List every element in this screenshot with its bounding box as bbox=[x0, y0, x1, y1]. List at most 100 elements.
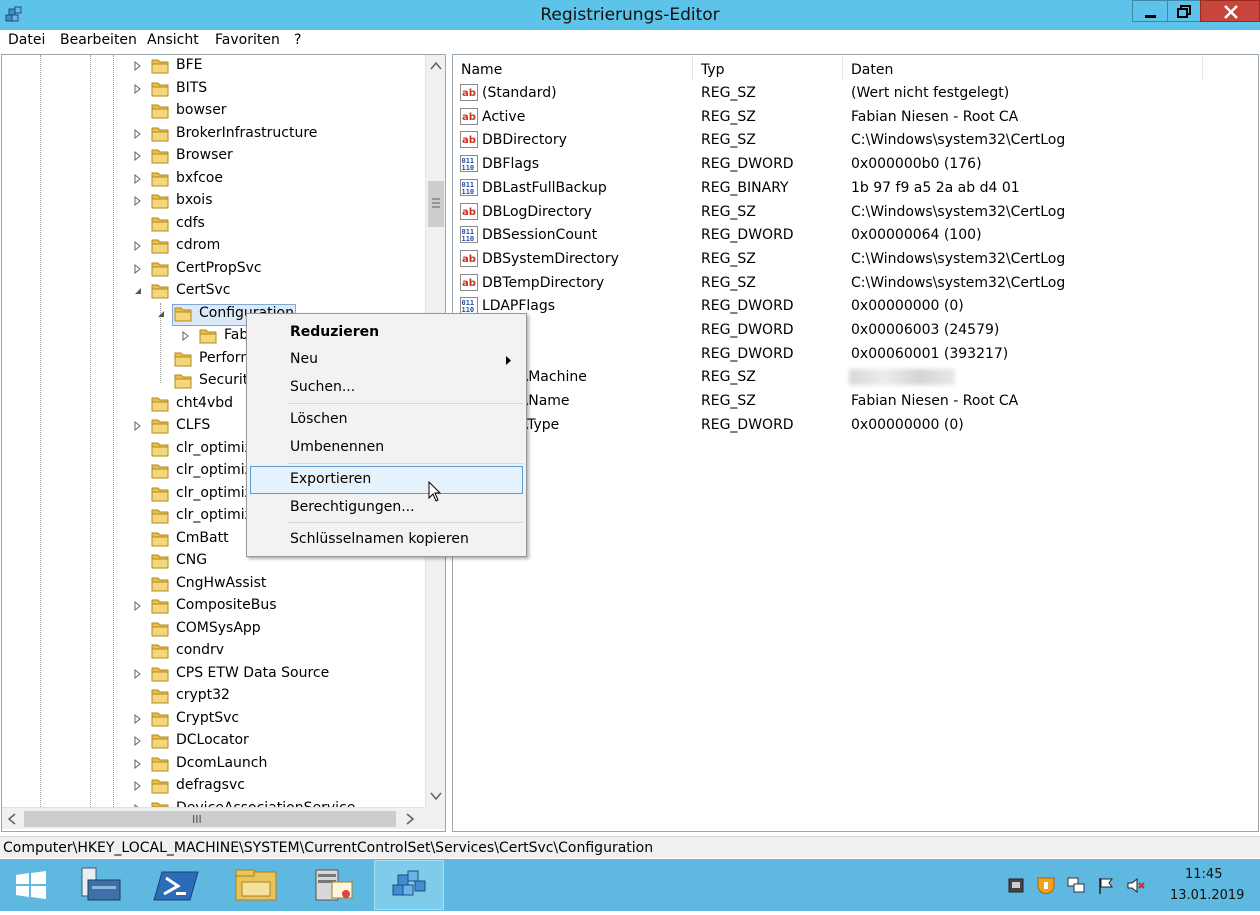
tree-expand-arrow-icon[interactable] bbox=[134, 601, 142, 611]
tree-expand-arrow-icon[interactable] bbox=[134, 241, 142, 251]
value-row[interactable]: ab DBSystemDirectory REG_SZ C:\Windows\syst… bbox=[453, 247, 1253, 271]
tree-expand-arrow-icon[interactable] bbox=[134, 61, 142, 71]
column-header-type[interactable]: Typ bbox=[693, 57, 843, 81]
tree-item[interactable]: BrokerInfrastructure bbox=[2, 123, 425, 145]
menu-item-copy-key-name[interactable]: Schlüsselnamen kopieren bbox=[250, 527, 523, 553]
clock-date[interactable]: 13.01.2019 bbox=[1170, 888, 1244, 903]
tree-expand-arrow-icon[interactable] bbox=[134, 83, 142, 94]
tray-flag-icon[interactable] bbox=[1096, 876, 1116, 894]
tree-collapse-arrow-icon[interactable] bbox=[157, 309, 165, 319]
value-row[interactable]: ab DBTempDirectory REG_SZ C:\Windows\system… bbox=[453, 271, 1253, 295]
tree-item[interactable]: CompositeBus bbox=[2, 595, 425, 617]
scroll-left-arrow-icon[interactable] bbox=[7, 813, 16, 825]
minimize-button[interactable] bbox=[1132, 0, 1168, 22]
tree-item-label: clr_optimiz bbox=[176, 507, 253, 523]
taskbar-file-explorer[interactable] bbox=[220, 860, 290, 910]
tree-item[interactable]: bowser bbox=[2, 100, 425, 122]
tree-item[interactable]: CPS ETW Data Source bbox=[2, 663, 425, 685]
value-row[interactable]: ab Active REG_SZ Fabian Niesen - Root CA bbox=[453, 105, 1253, 129]
taskbar-powershell[interactable] bbox=[142, 860, 212, 910]
tree-item[interactable]: COMSysApp bbox=[2, 618, 425, 640]
tree-item[interactable]: DcomLaunch bbox=[2, 753, 425, 775]
value-row[interactable]: abientCANameREG_SZFabian Niesen - Root C… bbox=[453, 389, 1253, 413]
tree-item[interactable]: CertPropSvc bbox=[2, 258, 425, 280]
tree-horizontal-scrollbar[interactable]: III bbox=[2, 807, 425, 829]
column-header-data[interactable]: Daten bbox=[843, 57, 1203, 81]
tree-item[interactable]: Browser bbox=[2, 145, 425, 167]
value-row[interactable]: 011110tatusREG_DWORD0x00006003 (24579) bbox=[453, 318, 1253, 342]
value-list[interactable]: Name Typ Daten ab (Standard) REG_SZ (Wert n… bbox=[452, 54, 1259, 832]
hscroll-thumb[interactable] bbox=[24, 811, 396, 827]
value-row[interactable]: 011110nREG_DWORD0x00060001 (393217) bbox=[453, 342, 1253, 366]
value-name: DBDirectory bbox=[482, 132, 567, 149]
tree-item[interactable]: defragsvc bbox=[2, 775, 425, 797]
tree-item[interactable]: BFE bbox=[2, 55, 425, 77]
scroll-thumb[interactable] bbox=[428, 181, 444, 227]
tree-item[interactable]: condrv bbox=[2, 640, 425, 662]
taskbar-server-manager[interactable] bbox=[66, 860, 136, 910]
tree-expand-arrow-icon[interactable] bbox=[134, 151, 142, 161]
tree-expand-arrow-icon[interactable] bbox=[134, 196, 142, 206]
value-row[interactable]: ab DBDirectory REG_SZ C:\Windows\system32\C… bbox=[453, 128, 1253, 152]
value-row[interactable]: ab DBLogDirectory REG_SZ C:\Windows\system3… bbox=[453, 200, 1253, 224]
folder-icon bbox=[174, 352, 192, 366]
status-bar: Computer\HKEY_LOCAL_MACHINE\SYSTEM\Curre… bbox=[0, 836, 1260, 858]
scroll-right-arrow-icon[interactable] bbox=[406, 813, 415, 825]
tray-shield-icon[interactable] bbox=[1036, 876, 1056, 894]
close-button[interactable] bbox=[1200, 0, 1260, 22]
tree-expand-arrow-icon[interactable] bbox=[134, 781, 142, 791]
value-type: REG_DWORD bbox=[701, 298, 794, 315]
clock-time[interactable]: 11:45 bbox=[1185, 867, 1222, 882]
menu-file[interactable]: Datei bbox=[8, 32, 45, 48]
scroll-down-arrow-icon[interactable] bbox=[430, 792, 442, 801]
tree-item[interactable]: CertSvc bbox=[2, 280, 425, 302]
menu-item-new[interactable]: Neu bbox=[250, 347, 523, 373]
tray-app-icon[interactable] bbox=[1006, 876, 1026, 894]
value-row[interactable]: 011 110 DBFlags REG_DWORD 0x000000b0 (176) bbox=[453, 152, 1253, 176]
menu-item-rename[interactable]: Umbenennen bbox=[250, 435, 523, 461]
tray-volume-muted-icon[interactable] bbox=[1126, 876, 1146, 894]
tree-expand-arrow-icon[interactable] bbox=[134, 421, 142, 431]
tray-network-icon[interactable] bbox=[1066, 876, 1086, 894]
tree-item[interactable]: cdrom bbox=[2, 235, 425, 257]
value-row[interactable]: 011110ientCATypeREG_DWORD0x00000000 (0) bbox=[453, 413, 1253, 437]
tree-expand-arrow-icon[interactable] bbox=[134, 713, 142, 724]
tree-item[interactable]: bxfcoe bbox=[2, 168, 425, 190]
tree-item[interactable]: crypt32 bbox=[2, 685, 425, 707]
tree-item[interactable]: CryptSvc bbox=[2, 708, 425, 730]
value-row[interactable]: ab (Standard) REG_SZ (Wert nicht festgelegt… bbox=[453, 81, 1253, 105]
value-row[interactable]: 011 110 LDAPFlags REG_DWORD 0x00000000 (0) bbox=[453, 294, 1253, 318]
tree-item[interactable]: bxois bbox=[2, 190, 425, 212]
tree-item[interactable]: cdfs bbox=[2, 213, 425, 235]
tree-item[interactable]: BITS bbox=[2, 78, 425, 100]
menu-view[interactable]: Ansicht bbox=[147, 32, 199, 48]
tree-expand-arrow-icon[interactable] bbox=[134, 128, 142, 139]
menu-edit[interactable]: Bearbeiten bbox=[60, 32, 137, 48]
tree-expand-arrow-icon[interactable] bbox=[134, 173, 142, 184]
menu-item-collapse[interactable]: Reduzieren bbox=[250, 320, 523, 346]
tree-item[interactable]: CngHwAssist bbox=[2, 573, 425, 595]
column-header-name[interactable]: Name bbox=[453, 57, 693, 81]
tree-expand-arrow-icon[interactable] bbox=[134, 758, 142, 769]
taskbar-certification-authority[interactable] bbox=[298, 860, 368, 910]
menu-item-find[interactable]: Suchen... bbox=[250, 375, 523, 401]
menu-help[interactable]: ? bbox=[294, 32, 301, 48]
menu-item-export[interactable]: Exportieren bbox=[250, 467, 523, 493]
menu-favorites[interactable]: Favoriten bbox=[215, 32, 280, 48]
tree-item[interactable]: DCLocator bbox=[2, 730, 425, 752]
tree-expand-arrow-icon[interactable] bbox=[134, 263, 142, 274]
menu-item-delete[interactable]: Löschen bbox=[250, 407, 523, 433]
menu-item-permissions[interactable]: Berechtigungen... bbox=[250, 495, 523, 521]
scroll-up-arrow-icon[interactable] bbox=[426, 55, 446, 77]
value-row[interactable]: 011 110 DBSessionCount REG_DWORD 0x00000064 … bbox=[453, 223, 1253, 247]
tree-expand-arrow-icon[interactable] bbox=[134, 668, 142, 679]
tree-expand-arrow-icon[interactable] bbox=[182, 331, 190, 341]
value-data: Fabian Niesen - Root CA bbox=[851, 108, 1019, 125]
tree-expand-arrow-icon[interactable] bbox=[134, 736, 142, 746]
taskbar-registry-editor[interactable] bbox=[374, 860, 444, 910]
start-button[interactable] bbox=[0, 860, 62, 910]
folder-icon bbox=[151, 487, 169, 501]
restore-button[interactable] bbox=[1167, 0, 1201, 22]
tree-collapse-arrow-icon[interactable] bbox=[134, 286, 142, 296]
value-row[interactable]: 011 110 DBLastFullBackup REG_BINARY 1b 97 f9… bbox=[453, 176, 1253, 200]
